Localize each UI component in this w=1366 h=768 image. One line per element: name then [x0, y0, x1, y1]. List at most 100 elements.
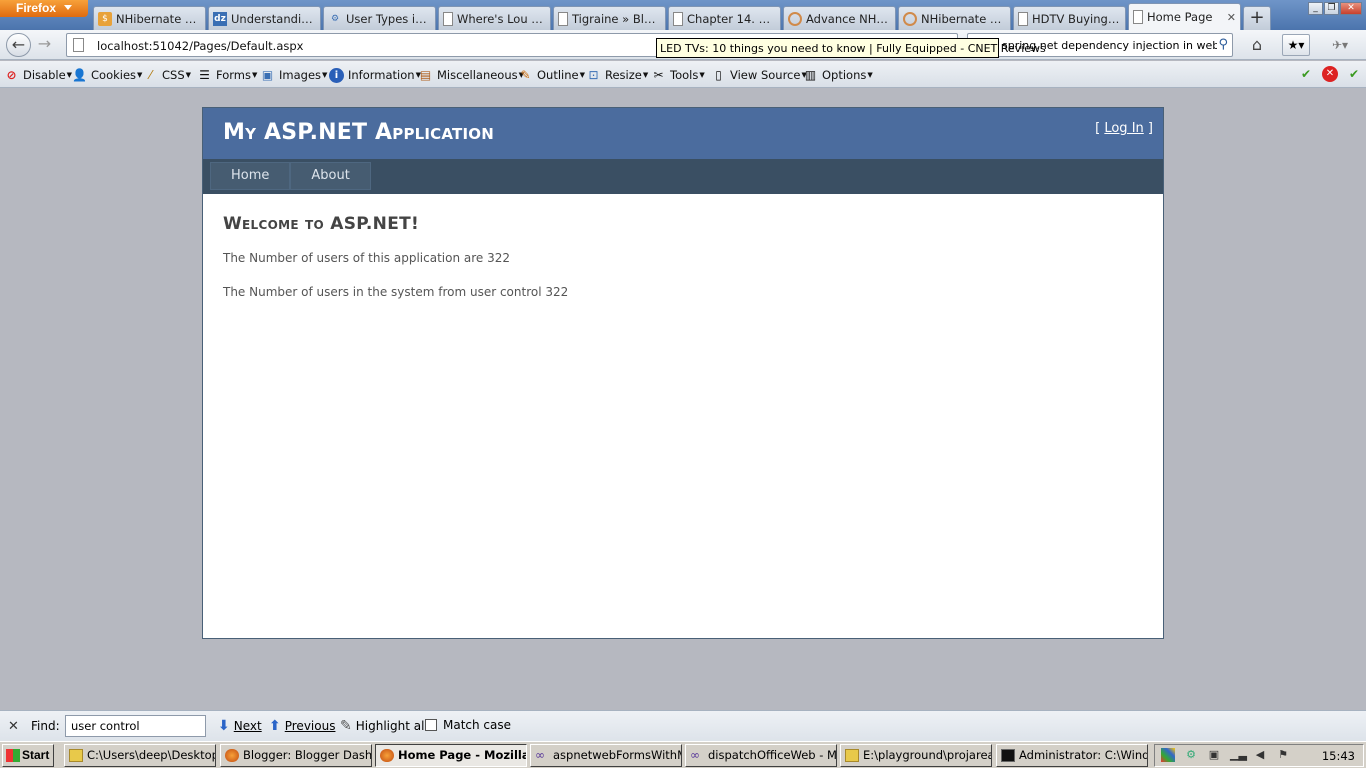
tab-label: Where's Lou » Bl... — [457, 11, 546, 26]
search-icon[interactable]: ⚲ — [1218, 37, 1228, 52]
network-tool-icon[interactable]: ⚙ — [1184, 748, 1198, 762]
window-controls: _ ❐ ✕ — [1308, 2, 1362, 15]
browser-tab[interactable]: Chapter 14. Asp... — [668, 6, 781, 30]
page-icon — [1018, 11, 1028, 26]
windows-logo-icon — [6, 749, 20, 762]
menu-item-home[interactable]: Home — [210, 162, 291, 190]
find-previous-button[interactable]: ⬆ Previous — [269, 718, 335, 734]
tab-label: NHibernate Best... — [116, 11, 201, 26]
office-icon[interactable] — [1161, 748, 1175, 762]
find-next-button[interactable]: ⬇ Next — [218, 718, 262, 734]
page-container: My ASP.NET Application [ Log In ] Home A… — [202, 107, 1164, 639]
tab-label: Tigraine » Blog ... — [572, 11, 661, 26]
device-icon[interactable]: ▣ — [1207, 748, 1221, 762]
disable-icon: ⊘ — [6, 68, 17, 82]
signal-icon[interactable]: ▁▃ — [1230, 748, 1247, 762]
find-label: Find: — [31, 719, 60, 733]
taskbar-item[interactable]: E:\playground\projarea... — [840, 744, 992, 767]
dev-disable-menu[interactable]: ⊘ Disable ▼ — [4, 66, 72, 84]
console-icon — [1001, 749, 1015, 762]
html-valid-icon[interactable]: ✔ — [1346, 66, 1362, 82]
browser-tab[interactable]: dz Understanding t... — [208, 6, 321, 30]
home-icon[interactable]: ⌂ — [1244, 34, 1270, 56]
taskbar-item[interactable]: C:\Users\deep\Desktop... — [64, 744, 216, 767]
forms-icon: ☰ — [199, 68, 210, 82]
dev-forms-menu[interactable]: ☰ Forms ▼ — [197, 66, 257, 84]
tab-strip: $ NHibernate Best... dz Understanding t...… — [93, 3, 1271, 30]
action-center-flag-icon[interactable]: ⚑ — [1276, 748, 1290, 762]
dev-resize-menu[interactable]: ⊡ Resize ▼ — [586, 66, 648, 84]
tab-label: User Types in Hi... — [346, 11, 431, 26]
nhibernate-icon: $ — [98, 11, 112, 26]
dev-css-menu[interactable]: ⁄ CSS ▼ — [143, 66, 191, 84]
close-find-icon[interactable]: ✕ — [8, 719, 19, 734]
info-icon: i — [329, 67, 344, 83]
login-link[interactable]: Log In — [1104, 121, 1143, 136]
error-icon[interactable]: ✕ — [1322, 66, 1338, 82]
page-icon — [73, 38, 84, 52]
browser-tab-active[interactable]: Home Page ✕ — [1128, 3, 1241, 30]
browser-tab[interactable]: HDTV Buying Gui... — [1013, 6, 1126, 30]
browser-tab-bar: Firefox $ NHibernate Best... dz Understand… — [0, 0, 1366, 30]
site-header: My ASP.NET Application [ Log In ] — [203, 108, 1163, 159]
browser-tab[interactable]: NHibernate and ... — [898, 6, 1011, 30]
restore-icon[interactable]: ❐ — [1324, 2, 1339, 15]
page-icon — [1133, 10, 1143, 24]
taskbar-item[interactable]: Blogger: Blogger Dashb... — [220, 744, 372, 767]
taskbar-item-active[interactable]: Home Page - Mozilla ... — [375, 744, 527, 767]
image-icon: ▣ — [261, 68, 274, 82]
dev-images-menu[interactable]: ▣ Images ▼ — [260, 66, 328, 84]
find-input[interactable] — [65, 715, 206, 737]
highlighter-icon: ✎ — [340, 718, 352, 734]
tab-label: Understanding t... — [231, 11, 316, 26]
toolbox-icon: ▤ — [419, 68, 432, 82]
forward-button[interactable]: → — [32, 33, 57, 57]
close-window-icon[interactable]: ✕ — [1340, 2, 1362, 15]
dev-view-source-menu[interactable]: ▯ View Source ▼ — [711, 66, 807, 84]
url-text: localhost:51042/Pages/Default.aspx — [97, 39, 304, 53]
dev-information-menu[interactable]: i Information ▼ — [329, 66, 421, 84]
dev-tools-menu[interactable]: ✂ Tools ▼ — [651, 66, 704, 84]
browser-viewport: My ASP.NET Application [ Log In ] Home A… — [0, 88, 1366, 710]
dzone-icon: dz — [213, 11, 227, 26]
taskbar-item[interactable]: ∞ dispatchOfficeWeb - Mi... — [685, 744, 837, 767]
dev-options-menu[interactable]: ▥ Options ▼ — [803, 66, 873, 84]
dev-outline-menu[interactable]: ✎ Outline ▼ — [518, 66, 585, 84]
options-icon: ▥ — [804, 68, 817, 82]
taskbar-item[interactable]: ∞aspnetwebFormsWithM... — [530, 744, 682, 767]
match-case-checkbox[interactable]: Match case — [425, 718, 511, 732]
dev-cookies-menu[interactable]: 👤 Cookies ▼ — [72, 66, 142, 84]
menu-item-about[interactable]: About — [290, 162, 371, 190]
browser-tab[interactable]: ⚙ User Types in Hi... — [323, 6, 436, 30]
web-developer-toolbar: ⊘ Disable ▼ 👤 Cookies ▼ ⁄ CSS ▼ ☰ Forms ▼ ▣ Image… — [0, 61, 1366, 88]
highlight-all-button[interactable]: ✎ Highlight all — [340, 718, 428, 734]
site-menu: Home About — [203, 159, 1163, 194]
clock: 15:43 — [1321, 749, 1355, 763]
browser-tab[interactable]: Where's Lou » Bl... — [438, 6, 551, 30]
firefox-icon — [225, 749, 239, 762]
visual-studio-icon: ∞ — [535, 748, 545, 762]
start-button[interactable]: Start — [2, 744, 54, 767]
taskbar-item[interactable]: Administrator: C:\Wind... — [996, 744, 1148, 767]
login-display: [ Log In ] — [1095, 121, 1153, 136]
css-valid-icon[interactable]: ✔ — [1298, 66, 1314, 82]
volume-icon[interactable]: ◀ — [1253, 748, 1267, 762]
arrow-up-icon: ⬆ — [269, 718, 281, 734]
new-tab-button[interactable]: + — [1243, 6, 1271, 30]
tab-label: Chapter 14. Asp... — [687, 11, 776, 26]
windows-taskbar: Start C:\Users\deep\Desktop... Blogger: … — [0, 741, 1366, 768]
addon-icon[interactable]: ✈▾ — [1320, 34, 1360, 56]
page-heading: Welcome to ASP.NET! — [223, 214, 420, 234]
bookmarks-button[interactable]: ★▾ — [1282, 34, 1310, 56]
firefox-menu-button[interactable]: Firefox — [0, 0, 88, 17]
minimize-icon[interactable]: _ — [1308, 2, 1323, 15]
chevron-down-icon — [64, 5, 73, 10]
dev-miscellaneous-menu[interactable]: ▤ Miscellaneous ▼ — [418, 66, 524, 84]
back-button[interactable]: ← — [6, 33, 31, 57]
close-tab-icon[interactable]: ✕ — [1227, 11, 1236, 24]
wand-icon: ⁄ — [149, 68, 152, 82]
browser-tab[interactable]: Advance NHiber... — [783, 6, 896, 30]
browser-tab[interactable]: Tigraine » Blog ... — [553, 6, 666, 30]
browser-tab[interactable]: $ NHibernate Best... — [93, 6, 206, 30]
link-tooltip: LED TVs: 10 things you need to know | Fu… — [656, 38, 1046, 58]
